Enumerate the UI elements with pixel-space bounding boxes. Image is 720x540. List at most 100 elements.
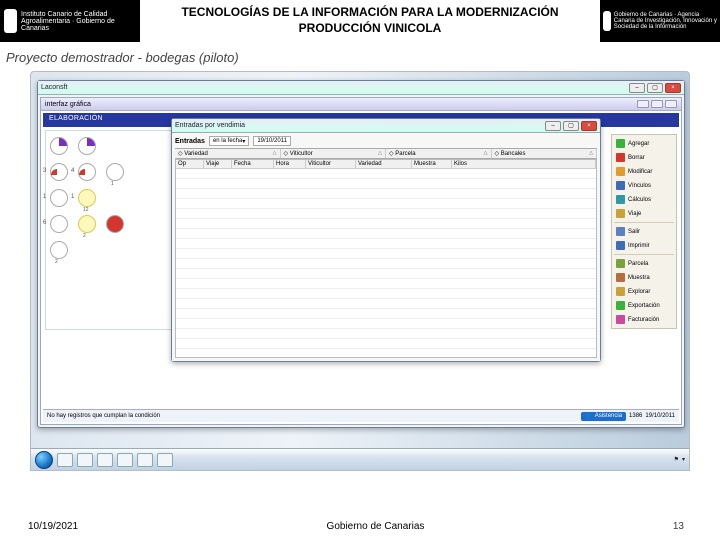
tank-circle[interactable] bbox=[106, 215, 124, 233]
filter-col-variedad[interactable]: ◇ Variedad△ bbox=[175, 149, 281, 158]
toolbar-cálculos[interactable]: Cálculos bbox=[614, 193, 674, 206]
tank-circle[interactable]: 1 bbox=[106, 163, 124, 181]
toolbar-label: Vínculos bbox=[628, 183, 651, 189]
tank-circle[interactable] bbox=[50, 137, 68, 155]
filter-row: Entradas en la fecha ▾ 19/10/2011 bbox=[175, 136, 597, 146]
toolbar-viaje[interactable]: Viaje bbox=[614, 207, 674, 220]
modificar-icon bbox=[616, 167, 625, 176]
slide-title: TECNOLOGÍAS DE LA INFORMACIÓN PARA LA MO… bbox=[140, 5, 600, 36]
grid-col-viticultor[interactable]: Viticultor bbox=[306, 160, 356, 168]
grid-col-variedad[interactable]: Variedad bbox=[356, 160, 412, 168]
system-tray[interactable]: ⚑ ▾ bbox=[674, 456, 685, 463]
doc-minimize-button[interactable] bbox=[637, 100, 649, 108]
status-count: 1386 bbox=[629, 413, 642, 419]
toolbar-exportación[interactable]: Exportación bbox=[614, 299, 674, 312]
table-row[interactable] bbox=[176, 219, 596, 229]
filter-col-viticultor[interactable]: ◇ Viticultor△ bbox=[281, 149, 387, 158]
toolbar-muestra[interactable]: Muestra bbox=[614, 271, 674, 284]
muestra-icon bbox=[616, 273, 625, 282]
table-row[interactable] bbox=[176, 309, 596, 319]
taskbar-app-6[interactable] bbox=[157, 453, 173, 467]
toolbar-vínculos[interactable]: Vínculos bbox=[614, 179, 674, 192]
toolbar-explorar[interactable]: Explorar bbox=[614, 285, 674, 298]
doc-title: interfaz gráfica bbox=[45, 101, 91, 108]
close-button[interactable]: × bbox=[665, 83, 681, 93]
data-grid[interactable]: OpViajeFechaHoraViticultorVariedadMuestr… bbox=[175, 159, 597, 358]
table-row[interactable] bbox=[176, 189, 596, 199]
table-row[interactable] bbox=[176, 249, 596, 259]
table-row[interactable] bbox=[176, 209, 596, 219]
viaje-icon bbox=[616, 209, 625, 218]
tank-circle[interactable]: 2 bbox=[78, 215, 96, 233]
date-value-input[interactable]: 19/10/2011 bbox=[253, 136, 291, 146]
tank-circle[interactable] bbox=[78, 137, 96, 155]
status-message: No hay registros que cumplan la condició… bbox=[47, 413, 160, 419]
logo-left-text: Instituto Canario de Calidad Agroaliment… bbox=[21, 11, 136, 32]
taskbar-app-5[interactable] bbox=[137, 453, 153, 467]
table-row[interactable] bbox=[176, 239, 596, 249]
assist-button[interactable]: 👤 Asistencia bbox=[581, 412, 626, 421]
tank-circle[interactable]: 1 bbox=[50, 189, 68, 207]
table-row[interactable] bbox=[176, 339, 596, 349]
toolbar-borrar[interactable]: Borrar bbox=[614, 151, 674, 164]
grid-col-muestra[interactable]: Muestra bbox=[412, 160, 452, 168]
grid-col-viaje[interactable]: Viaje bbox=[204, 160, 232, 168]
entry-close-button[interactable]: × bbox=[581, 121, 597, 131]
table-row[interactable] bbox=[176, 319, 596, 329]
filter-col-bancales[interactable]: ◇ Bancales△ bbox=[492, 149, 598, 158]
tank-circle[interactable]: 3 bbox=[50, 163, 68, 181]
tank-circle[interactable]: 2 bbox=[50, 241, 68, 259]
statusbar: No hay registros que cumplan la condició… bbox=[43, 409, 679, 422]
entry-maximize-button[interactable]: ▢ bbox=[563, 121, 579, 131]
toolbar-agregar[interactable]: Agregar bbox=[614, 137, 674, 150]
table-row[interactable] bbox=[176, 289, 596, 299]
toolbar-label: Facturación bbox=[628, 317, 659, 323]
toolbar-modificar[interactable]: Modificar bbox=[614, 165, 674, 178]
grid-col-hora[interactable]: Hora bbox=[274, 160, 306, 168]
outer-titlebar[interactable]: Laconsft – ▢ × bbox=[38, 81, 684, 95]
tank-circle[interactable]: 4 bbox=[78, 163, 96, 181]
start-button[interactable] bbox=[35, 451, 53, 469]
tray-flag-icon[interactable]: ⚑ bbox=[674, 456, 679, 463]
table-row[interactable] bbox=[176, 299, 596, 309]
minimize-button[interactable]: – bbox=[629, 83, 645, 93]
table-row[interactable] bbox=[176, 199, 596, 209]
doc-titlebar[interactable]: interfaz gráfica bbox=[41, 98, 681, 111]
toolbar-facturación[interactable]: Facturación bbox=[614, 313, 674, 326]
toolbar-imprimir[interactable]: Imprimir bbox=[614, 239, 674, 252]
grid-col-op[interactable]: Op bbox=[176, 160, 204, 168]
user-icon: 👤 bbox=[585, 413, 592, 420]
grid-col-fecha[interactable]: Fecha bbox=[232, 160, 274, 168]
entry-minimize-button[interactable]: – bbox=[545, 121, 561, 131]
tank-circle[interactable]: 112 bbox=[78, 189, 96, 207]
table-row[interactable] bbox=[176, 169, 596, 179]
table-row[interactable] bbox=[176, 229, 596, 239]
toolbar-salir[interactable]: Salir bbox=[614, 225, 674, 238]
taskbar-app-explorer[interactable] bbox=[57, 453, 73, 467]
toolbar-parcela[interactable]: Parcela bbox=[614, 257, 674, 270]
side-toolbar: Agregar BorrarModificar Vínculos CálculosVi… bbox=[611, 134, 677, 329]
date-mode-select[interactable]: en la fecha ▾ bbox=[209, 136, 249, 146]
tank-circle[interactable]: 6 bbox=[50, 215, 68, 233]
entry-titlebar[interactable]: Entradas por vendimia – ▢ × bbox=[172, 119, 600, 133]
taskbar-app-4[interactable] bbox=[117, 453, 133, 467]
table-row[interactable] bbox=[176, 259, 596, 269]
filter-col-parcela[interactable]: ◇ Parcela△ bbox=[386, 149, 492, 158]
grid-col-kilos[interactable]: Kilos bbox=[452, 160, 596, 168]
taskbar-app-3[interactable] bbox=[97, 453, 113, 467]
table-row[interactable] bbox=[176, 179, 596, 189]
agregar-icon bbox=[616, 139, 625, 148]
toolbar-label: Agregar bbox=[628, 141, 649, 147]
tank-panel: 3411112622 bbox=[45, 130, 173, 330]
taskbar-app-2[interactable] bbox=[77, 453, 93, 467]
doc-maximize-button[interactable] bbox=[651, 100, 663, 108]
table-row[interactable] bbox=[176, 269, 596, 279]
filter-label: Entradas bbox=[175, 138, 205, 145]
slide-title-line2: PRODUCCIÓN VINICOLA bbox=[140, 21, 600, 37]
table-row[interactable] bbox=[176, 279, 596, 289]
tray-network-icon[interactable]: ▾ bbox=[682, 456, 685, 463]
doc-close-button[interactable] bbox=[665, 100, 677, 108]
table-row[interactable] bbox=[176, 329, 596, 339]
slide-title-line1: TECNOLOGÍAS DE LA INFORMACIÓN PARA LA MO… bbox=[140, 5, 600, 21]
maximize-button[interactable]: ▢ bbox=[647, 83, 663, 93]
